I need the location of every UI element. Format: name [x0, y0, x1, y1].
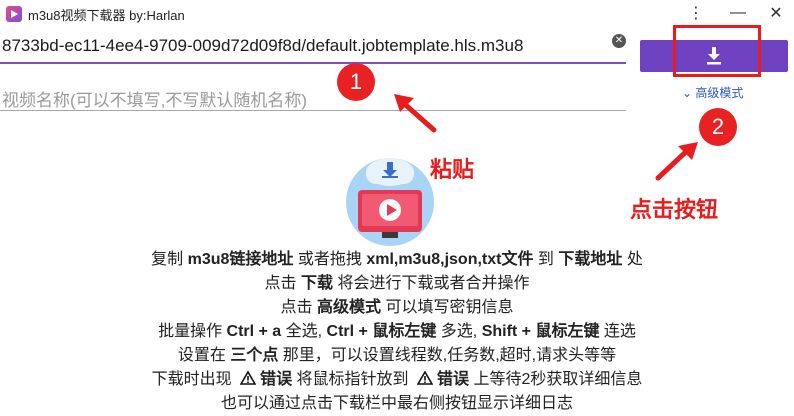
text: 上等待2秒获取详细信息: [469, 371, 643, 388]
text: 多选,: [436, 323, 482, 340]
arrow-2-icon: [655, 142, 698, 181]
instruction-line-1: 复制 m3u8链接地址 或者拖拽 xml,m3u8,json,txt文件 到 下…: [0, 248, 794, 272]
warning-icon: [417, 371, 433, 385]
video-name-input[interactable]: 视频名称(可以不填写,不写默认随机名称): [0, 80, 626, 111]
text: 那里，可以设置线程数,任务数,超时,请求头等等: [278, 347, 617, 364]
instruction-line-5: 设置在 三个点 那里，可以设置线程数,任务数,超时,请求头等等: [0, 344, 794, 368]
text-bold: 错误: [437, 371, 470, 388]
cloud-video-illustration-icon: [346, 158, 434, 246]
text-bold: 高级模式: [316, 299, 381, 316]
chevron-down-icon: ⌄: [682, 86, 693, 100]
step-badge-1: 1: [337, 63, 375, 101]
instruction-line-7: 也可以通过点击下载栏中最右侧按钮显示详细日志: [220, 395, 573, 412]
window-title: m3u8视频下载器 by:Harlan: [28, 8, 185, 23]
url-input[interactable]: 8733bd-ec11-4ee4-9709-009d72d09f8d/defau…: [0, 32, 626, 64]
text: 处: [622, 251, 643, 268]
close-button[interactable]: ✕: [758, 0, 794, 26]
instruction-line-6: 下载时出现 错误 将鼠标指针放到 错误 上等待2秒获取详细信息: [0, 368, 794, 392]
text: 批量操作: [158, 323, 227, 340]
advanced-mode-toggle[interactable]: ⌄ 高级模式: [682, 84, 743, 101]
download-highlight-box: [673, 25, 761, 77]
advanced-mode-label: 高级模式: [695, 86, 744, 100]
text-bold: 下载: [300, 275, 333, 292]
url-input-value: 8733bd-ec11-4ee4-9709-009d72d09f8d/defau…: [2, 36, 524, 55]
text: 到: [533, 251, 559, 268]
text-bold: 三个点: [230, 347, 279, 364]
instruction-line-3: 点击 高级模式 可以填写密钥信息: [0, 296, 794, 320]
clear-circle-icon[interactable]: ✕: [612, 34, 626, 48]
text-bold: xml,m3u8,json,txt文件: [366, 251, 534, 268]
text: 或者拖拽: [293, 251, 367, 268]
text: 全选,: [281, 323, 327, 340]
instruction-line-4: 批量操作 Ctrl + a 全选, Ctrl + 鼠标左键 多选, Shift …: [0, 320, 794, 344]
text-bold: Shift + 鼠标左键: [481, 323, 600, 340]
text: 复制: [151, 251, 188, 268]
instruction-line-2: 点击 下载 将会进行下载或者合并操作: [0, 272, 794, 296]
warning-icon: [240, 371, 257, 385]
text: 将会进行下载或者合并操作: [333, 275, 530, 292]
step-badge-2: 2: [699, 108, 737, 146]
instructions: 复制 m3u8链接地址 或者拖拽 xml,m3u8,json,txt文件 到 下…: [0, 248, 794, 416]
text: 可以填写密钥信息: [381, 299, 514, 316]
click-button-annotation: 点击按钮: [630, 197, 719, 222]
text-bold: Ctrl + 鼠标左键: [326, 323, 437, 340]
arrow-1-icon: [394, 94, 437, 133]
more-options-button[interactable]: ⋮: [678, 0, 714, 26]
text-bold: 下载地址: [558, 251, 623, 268]
app-logo-icon: [6, 6, 22, 22]
text: 设置在: [177, 347, 231, 364]
text-bold: Ctrl + a: [226, 323, 282, 340]
text: 将鼠标指针放到: [292, 371, 413, 388]
title-bar: m3u8视频下载器 by:Harlan ⋮ — ✕: [0, 0, 794, 28]
text: 点击: [264, 275, 301, 292]
text: 点击: [280, 299, 317, 316]
text-bold: 错误: [260, 371, 293, 388]
minimize-button[interactable]: —: [720, 0, 756, 26]
text-bold: m3u8链接地址: [187, 251, 294, 268]
text: 连选: [599, 323, 636, 340]
text: 下载时出现: [151, 371, 237, 388]
video-name-placeholder: 视频名称(可以不填写,不写默认随机名称): [2, 91, 308, 110]
